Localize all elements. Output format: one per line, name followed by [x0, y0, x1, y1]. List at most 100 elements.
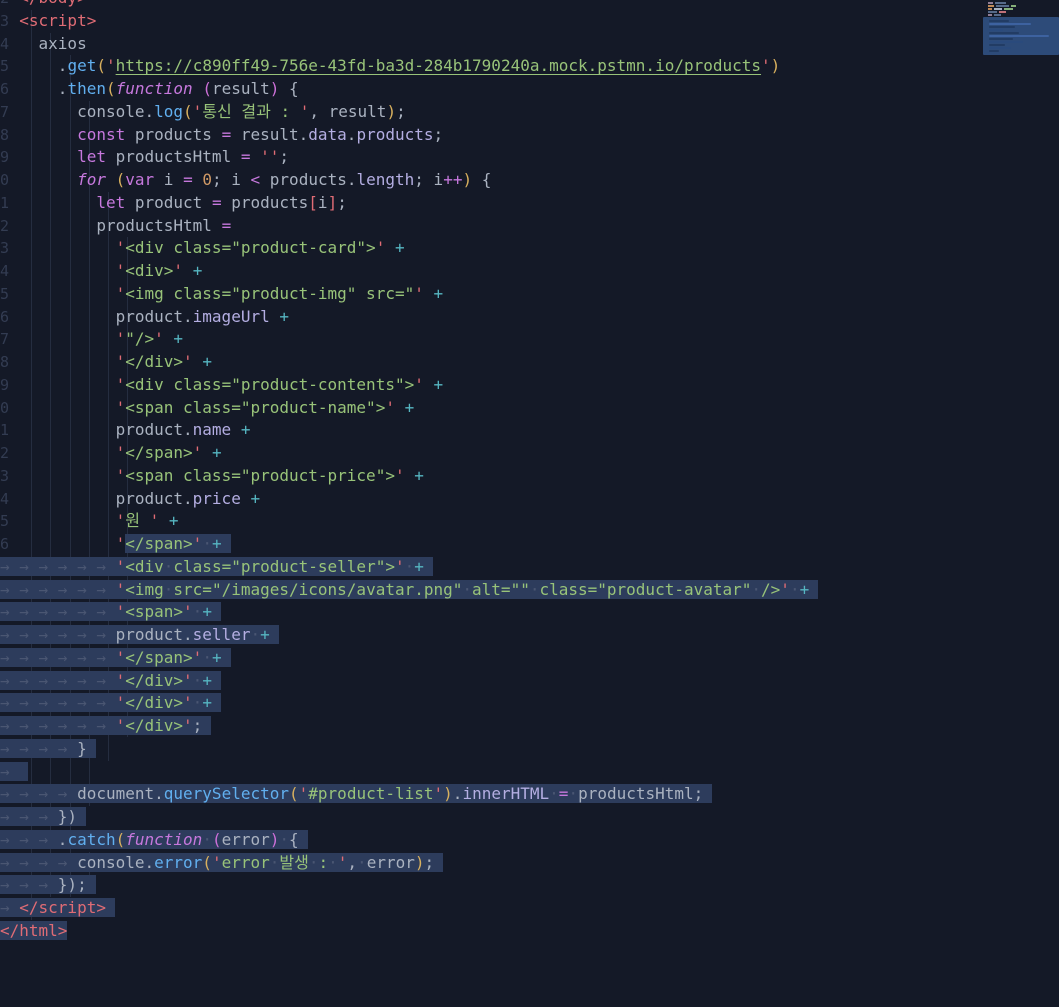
- code-token: productsHtml;: [578, 784, 704, 804]
- code-line[interactable]: '<div class="product-card">' +: [0, 237, 1059, 260]
- code-token: ;: [424, 852, 435, 872]
- code-token: <img class="product-img" src=": [125, 283, 415, 303]
- minimap[interactable]: [982, 0, 1059, 62]
- code-line[interactable]: productsHtml =: [0, 215, 1059, 238]
- code-line[interactable]: '</div>' +: [0, 351, 1059, 374]
- whitespace-marker: ·: [789, 579, 800, 599]
- code-token: .: [346, 124, 357, 144]
- code-line[interactable]: → → → → → → '</div>'·+: [0, 692, 1059, 715]
- code-line[interactable]: product.imageUrl +: [0, 306, 1059, 329]
- code-token: https://c890ff49-756e-43fd-ba3d-284b1790…: [115, 56, 762, 76]
- code-token: ): [386, 101, 397, 121]
- code-token: error: [366, 852, 415, 872]
- code-line[interactable]: '<div>' +: [0, 260, 1059, 283]
- code-token: innerHTML: [462, 784, 550, 804]
- code-token: (: [289, 784, 299, 804]
- code-token: i: [154, 170, 184, 189]
- code-token: ): [269, 79, 280, 98]
- code-line[interactable]: → → → → → → '<div·class="product-seller"…: [0, 556, 1059, 579]
- code-line[interactable]: '<div class="product-contents">' +: [0, 374, 1059, 397]
- whitespace-marker: → → → →: [0, 738, 78, 758]
- whitespace-marker: → → →: [0, 829, 58, 849]
- code-line[interactable]: → → → → → → '<img·src="/images/icons/ava…: [0, 579, 1059, 602]
- code-token: +: [202, 693, 212, 713]
- code-editor[interactable]: </body> <script> axios .get('https://c89…: [0, 0, 1059, 943]
- code-line[interactable]: '<span class="product-price">' +: [0, 465, 1059, 488]
- code-token: ; i: [414, 170, 444, 189]
- whitespace-marker: ·: [163, 579, 174, 599]
- code-token: src="/images/icons/avatar.png": [173, 579, 463, 599]
- code-line[interactable]: .get('https://c890ff49-756e-43fd-ba3d-28…: [0, 55, 1059, 78]
- code-line[interactable]: → → → → → → '</span>'·+: [0, 647, 1059, 670]
- code-line[interactable]: '</span>'·+: [0, 533, 1059, 556]
- whitespace-marker: →: [0, 761, 20, 781]
- code-token: =: [221, 215, 232, 235]
- whitespace-marker: ·: [192, 693, 203, 713]
- code-line[interactable]: console.log('통신 결과 : ', result);: [0, 101, 1059, 124]
- code-line[interactable]: '"/>' +: [0, 328, 1059, 351]
- code-token: result.: [231, 124, 309, 144]
- code-line[interactable]: </body>: [0, 0, 1059, 10]
- code-line[interactable]: </html>: [0, 920, 1059, 943]
- code-line[interactable]: → → → });: [0, 874, 1059, 897]
- code-line[interactable]: → </script>: [0, 897, 1059, 920]
- code-line[interactable]: → → → → console.error('error·발생·:·',·err…: [0, 852, 1059, 875]
- code-token: :: [318, 852, 329, 872]
- code-token: ': [192, 443, 203, 462]
- code-line[interactable]: <script>: [0, 10, 1059, 33]
- code-token: .: [57, 56, 68, 76]
- code-line[interactable]: for (var i = 0; i < products.length; i++…: [0, 169, 1059, 192]
- code-token: get: [67, 56, 97, 76]
- code-token: <script>: [19, 10, 97, 30]
- code-line[interactable]: axios: [0, 33, 1059, 56]
- code-token: <div class="product-contents">: [125, 374, 415, 394]
- code-token: 통신 결과 :: [202, 101, 300, 121]
- code-line[interactable]: → → → → document.querySelector('#product…: [0, 783, 1059, 806]
- code-token: data: [308, 124, 347, 144]
- code-token: ': [149, 511, 160, 531]
- code-token: let: [96, 192, 126, 212]
- code-token: (: [183, 101, 193, 121]
- code-token: .: [57, 829, 68, 849]
- code-line[interactable]: .then(function (result) {: [0, 78, 1059, 101]
- code-line[interactable]: let productsHtml = '';: [0, 146, 1059, 169]
- code-line[interactable]: → → → → → → product.seller·+: [0, 624, 1059, 647]
- code-line[interactable]: → → → → }: [0, 738, 1059, 761]
- code-token: ': [211, 852, 222, 872]
- code-line[interactable]: → → → → → → '<span>'·+: [0, 601, 1059, 624]
- code-line[interactable]: product.name +: [0, 419, 1059, 442]
- code-line[interactable]: let product = products[i];: [0, 192, 1059, 215]
- selection-highlight: → → → }): [0, 807, 87, 826]
- code-line[interactable]: → → → .catch(function·(error)·{: [0, 829, 1059, 852]
- selection-highlight: → → → → → → '<div·class="product-seller"…: [0, 556, 433, 576]
- selection-highlight: </span>'·+: [125, 534, 231, 553]
- code-line[interactable]: '<span class="product-name">' +: [0, 397, 1059, 420]
- code-line[interactable]: product.price +: [0, 488, 1059, 511]
- minimap-selected-line: [989, 47, 1011, 49]
- code-line[interactable]: '<img class="product-img" src="' +: [0, 283, 1059, 306]
- code-line[interactable]: '원 ' +: [0, 510, 1059, 533]
- code-line[interactable]: → → → → → → '</div>';: [0, 715, 1059, 738]
- code-token: </div>: [125, 352, 184, 371]
- code-token: document.: [77, 784, 164, 804]
- code-token: ': [192, 647, 203, 667]
- code-token: ': [115, 352, 126, 371]
- code-line[interactable]: →: [0, 761, 1059, 784]
- code-token: productsHtml: [96, 215, 222, 235]
- code-line[interactable]: → → → → → → '</div>'·+: [0, 670, 1059, 693]
- code-token: ': [375, 238, 386, 258]
- code-line[interactable]: const products = result.data.products;: [0, 124, 1059, 147]
- code-line[interactable]: → → → }): [0, 806, 1059, 829]
- code-line[interactable]: '</span>' +: [0, 442, 1059, 465]
- code-token: }: [77, 738, 87, 758]
- code-token: ': [115, 397, 126, 417]
